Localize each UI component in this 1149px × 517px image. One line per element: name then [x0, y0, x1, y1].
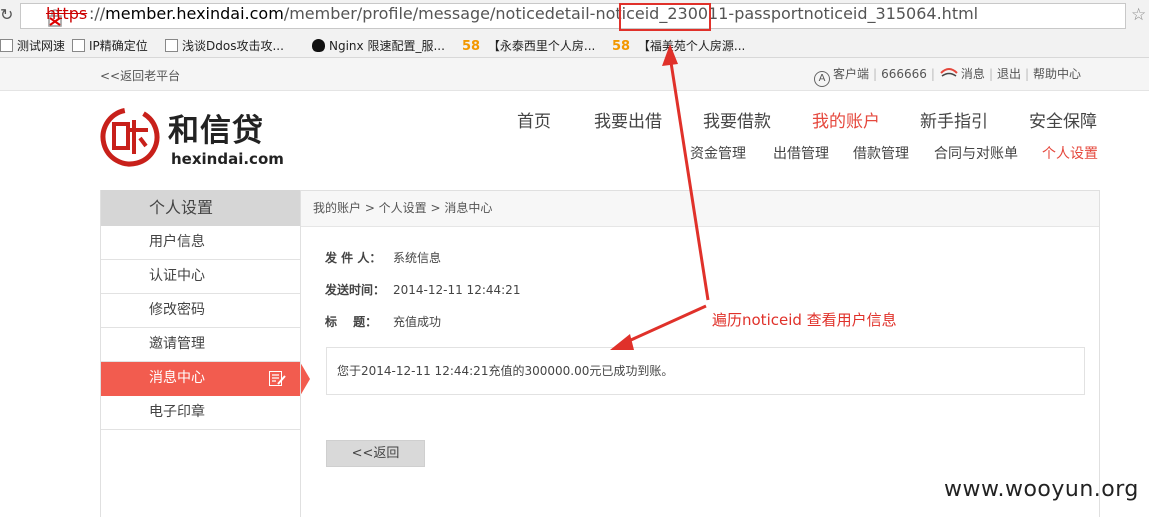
sidebar-item-label: 电子印章 — [149, 404, 205, 420]
edit-icon — [269, 371, 286, 386]
bookmark-label: IP精确定位 — [89, 39, 148, 53]
sidebar-item-messages[interactable]: 消息中心 — [101, 362, 300, 396]
58-icon: 58 — [462, 39, 481, 54]
sidebar-item-label: 认证中心 — [149, 268, 205, 284]
bookmark-item[interactable]: IP精确定位 — [72, 36, 148, 56]
nav-borrow[interactable]: 我要借款 — [703, 110, 771, 134]
bookmark-label: Nginx 限速配置_服... — [329, 39, 445, 53]
sidebar-item-label: 邀请管理 — [149, 336, 205, 352]
main-navigation: 首页 我要出借 我要借款 我的账户 新手指引 安全保障 — [500, 110, 1110, 136]
sender-value: 系统信息 — [393, 251, 442, 265]
logo-chinese-text: 和信贷 — [168, 113, 264, 149]
url-separator: :// — [89, 4, 106, 23]
annotation-text: 遍历noticeid 查看用户信息 — [712, 311, 897, 329]
browser-chrome: ↻ https ://member.hexindai.com/member/pr… — [0, 0, 1149, 58]
sender-label: 发 件 人： — [325, 251, 382, 265]
divider: | — [1025, 67, 1030, 81]
subnav-funds[interactable]: 资金管理 — [690, 145, 746, 163]
client-link[interactable]: 客户端 — [833, 65, 869, 83]
sidebar-item-invitations[interactable]: 邀请管理 — [101, 328, 300, 362]
page-icon — [0, 39, 13, 52]
penguin-icon — [312, 39, 325, 52]
messages-link[interactable]: 消息 — [961, 65, 985, 83]
nav-home[interactable]: 首页 — [517, 110, 551, 134]
nav-lend[interactable]: 我要出借 — [594, 110, 662, 134]
topbar-links: A 客户端 | 666666 | 消息 | 退出 | 帮助中心 — [814, 65, 1081, 87]
site-topbar: <<返回老平台 A 客户端 | 666666 | 消息 | 退出 | 帮助中心 — [0, 58, 1149, 91]
reload-icon[interactable]: ↻ — [0, 4, 14, 26]
sidebar: 个人设置 用户信息 认证中心 修改密码 邀请管理 消息中心 电子印章 — [100, 190, 310, 517]
sidebar-item-label: 用户信息 — [149, 234, 205, 250]
logo-english-text: hexindai.com — [171, 150, 284, 168]
sender-row: 发 件 人： 系统信息 — [325, 250, 441, 266]
bookmark-label: 【福美苑个人房源... — [637, 39, 746, 53]
sidebar-title: 个人设置 — [101, 190, 300, 226]
client-icon: A — [814, 71, 830, 87]
help-center-link[interactable]: 帮助中心 — [1033, 65, 1081, 83]
divider: | — [988, 67, 993, 81]
subnav-lending[interactable]: 出借管理 — [773, 145, 829, 163]
bookmarks-bar: 测试网速 IP精确定位 浅谈Ddos攻击攻... Nginx 限速配置_服...… — [0, 34, 1149, 58]
nav-my-account[interactable]: 我的账户 — [812, 110, 880, 134]
send-time-value: 2014-12-11 12:44:21 — [393, 283, 521, 297]
url-text: ://member.hexindai.com/member/profile/me… — [89, 5, 978, 23]
bookmark-item[interactable]: Nginx 限速配置_服... — [312, 36, 445, 56]
sidebar-item-label: 消息中心 — [149, 370, 205, 386]
bookmark-star-icon[interactable]: ☆ — [1131, 5, 1146, 25]
back-button[interactable]: <<返回 — [326, 440, 425, 467]
page-icon — [72, 39, 85, 52]
subnav-contracts[interactable]: 合同与对账单 — [934, 145, 1018, 163]
back-to-old-platform-link[interactable]: <<返回老平台 — [100, 67, 180, 84]
subject-value: 充值成功 — [393, 315, 442, 329]
phone-number: 666666 — [881, 67, 927, 81]
logout-link[interactable]: 退出 — [997, 65, 1021, 83]
send-time-label: 发送时间： — [325, 283, 386, 297]
nav-security[interactable]: 安全保障 — [1029, 110, 1097, 134]
bookmark-label: 测试网速 — [17, 39, 66, 53]
subnav-personal-settings[interactable]: 个人设置 — [1042, 145, 1098, 163]
url-scheme: https — [46, 4, 88, 23]
message-body: 您于2014-12-11 12:44:21充值的300000.00元已成功到账。 — [326, 347, 1085, 395]
subject-row: 标 题： 充值成功 — [325, 314, 441, 330]
sub-navigation: 资金管理 出借管理 借款管理 合同与对账单 个人设置 — [680, 145, 1110, 165]
bookmark-item[interactable]: 58 【永泰西里个人房... — [462, 36, 595, 56]
bookmark-item[interactable]: 测试网速 — [0, 36, 65, 56]
site-logo[interactable]: 和信贷 hexindai.com — [100, 104, 285, 170]
bookmark-item[interactable]: 浅谈Ddos攻击攻... — [165, 36, 284, 56]
subnav-borrowing[interactable]: 借款管理 — [853, 145, 909, 163]
message-detail-panel: 我的账户 > 个人设置 > 消息中心 发 件 人： 系统信息 发送时间： 2014-… — [300, 190, 1100, 517]
divider: | — [873, 67, 878, 81]
url-host: member.hexindai.com — [105, 4, 284, 23]
subject-label: 标 题： — [325, 315, 378, 329]
send-time-row: 发送时间： 2014-12-11 12:44:21 — [325, 282, 520, 298]
bookmark-label: 浅谈Ddos攻击攻... — [182, 39, 284, 53]
sidebar-item-change-password[interactable]: 修改密码 — [101, 294, 300, 328]
url-highlight-box — [619, 3, 711, 31]
breadcrumb: 我的账户 > 个人设置 > 消息中心 — [301, 191, 1099, 227]
nav-beginner-guide[interactable]: 新手指引 — [920, 110, 988, 134]
sidebar-item-verification[interactable]: 认证中心 — [101, 260, 300, 294]
bookmark-label: 【永泰西里个人房... — [487, 39, 596, 53]
address-row: ↻ https ://member.hexindai.com/member/pr… — [0, 0, 1149, 34]
sidebar-item-e-seal[interactable]: 电子印章 — [101, 396, 300, 430]
sidebar-item-user-info[interactable]: 用户信息 — [101, 226, 300, 260]
sidebar-item-label: 修改密码 — [149, 302, 205, 318]
watermark: www.wooyun.org — [944, 477, 1139, 502]
bookmark-item[interactable]: 58 【福美苑个人房源... — [612, 36, 745, 56]
message-icon — [940, 68, 958, 77]
58-icon: 58 — [612, 39, 631, 54]
divider: | — [930, 67, 935, 81]
page-icon — [165, 39, 178, 52]
logo-mark-icon — [100, 107, 160, 167]
